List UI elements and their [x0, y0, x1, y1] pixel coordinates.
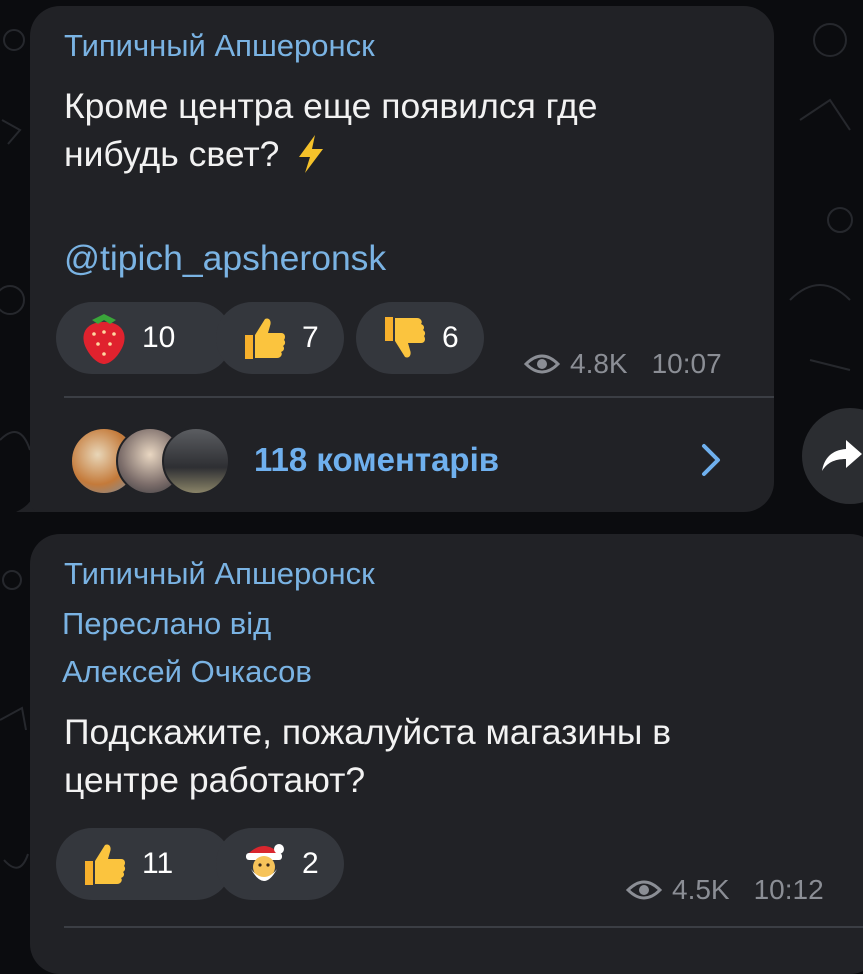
- message-meta: 4.5K 10:12: [626, 874, 824, 906]
- reaction-count: 10: [142, 321, 176, 354]
- message-text: Кроме центра еще появился где нибудь све…: [64, 82, 804, 178]
- message-line: нибудь свет?: [64, 134, 280, 174]
- reaction-strawberry[interactable]: 10: [56, 302, 232, 374]
- eye-icon: [524, 354, 560, 374]
- thumbs-up-icon: [234, 308, 294, 368]
- message-meta: 4.8K 10:07: [524, 348, 722, 380]
- reaction-thumbs-down[interactable]: 6: [356, 302, 484, 374]
- reaction-thumbs-up[interactable]: 11: [56, 828, 232, 900]
- santa-icon: [234, 834, 294, 894]
- thumbs-down-icon: [374, 308, 434, 368]
- comments-button[interactable]: 118 коментарів: [70, 420, 750, 500]
- view-count: 4.8K: [570, 348, 628, 379]
- message-line: Подскажите, пожалуйста магазины в: [64, 712, 672, 752]
- avatar: [162, 427, 230, 495]
- message-line: Кроме центра еще появился где: [64, 86, 598, 126]
- commenter-avatars: [70, 425, 232, 495]
- chevron-right-icon: [702, 444, 720, 476]
- lightning-icon: [299, 135, 324, 173]
- reaction-thumbs-up[interactable]: 7: [216, 302, 344, 374]
- strawberry-icon: [74, 308, 134, 368]
- reaction-count: 11: [142, 847, 174, 880]
- message-bubble[interactable]: Типичный Апшеронск Переслано від Алексей…: [30, 534, 863, 974]
- channel-name[interactable]: Типичный Апшеронск: [64, 556, 375, 592]
- forwarded-from-name[interactable]: Алексей Очкасов: [62, 654, 312, 690]
- message-line-with-emoji: нибудь свет?: [64, 130, 804, 178]
- reaction-count: 2: [302, 847, 319, 880]
- view-count: 4.5K: [672, 874, 730, 905]
- eye-icon: [626, 880, 662, 900]
- message-time: 10:07: [651, 348, 722, 379]
- channel-name[interactable]: Типичный Апшеронск: [64, 28, 375, 64]
- reaction-count: 6: [442, 321, 459, 354]
- message-time: 10:12: [753, 874, 824, 905]
- comments-count-label: 118 коментарів: [254, 441, 500, 478]
- share-arrow-icon: [822, 440, 862, 471]
- reaction-count: 7: [302, 321, 319, 354]
- thumbs-up-icon: [74, 834, 134, 894]
- message-text: Подскажите, пожалуйста магазины в центре…: [64, 708, 863, 804]
- divider: [64, 926, 863, 928]
- forwarded-label: Переслано від: [62, 606, 272, 641]
- channel-link[interactable]: @tipich_apsheronsk: [64, 238, 386, 279]
- divider: [64, 396, 774, 398]
- reaction-santa[interactable]: 2: [216, 828, 344, 900]
- message-line: центре работают?: [64, 760, 366, 800]
